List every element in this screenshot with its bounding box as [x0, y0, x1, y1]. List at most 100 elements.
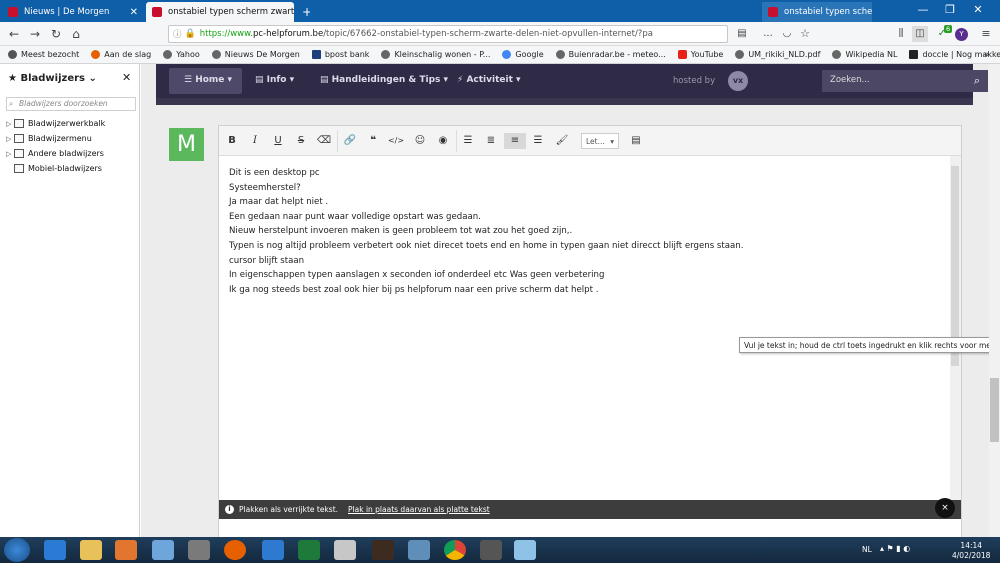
sidebar-item-mobile-bookmarks[interactable]: Mobiel-bladwijzers: [6, 164, 102, 173]
page-scrollbar-thumb[interactable]: [990, 378, 999, 442]
link-icon[interactable]: 🔗: [341, 133, 359, 149]
start-button-icon[interactable]: [4, 538, 30, 562]
computer-icon[interactable]: [408, 540, 430, 560]
bookmark-item[interactable]: Wikipedia NL: [832, 50, 897, 59]
back-arrow-icon[interactable]: ←: [6, 26, 22, 42]
bookmark-item[interactable]: Nieuws De Morgen: [211, 50, 300, 59]
bold-icon[interactable]: B: [223, 133, 241, 149]
close-sidebar-icon[interactable]: ✕: [122, 71, 131, 84]
globe-icon: [211, 50, 221, 59]
expand-arrow-icon[interactable]: ▷: [6, 120, 14, 128]
bookmark-label: YouTube: [690, 50, 724, 59]
eraser-icon[interactable]: ⌫: [315, 133, 333, 149]
sidebar-toggle-icon[interactable]: ◫: [912, 26, 928, 42]
bookmark-item[interactable]: Aan de slag: [91, 50, 151, 59]
folder-icon: [14, 149, 24, 158]
editor-text-area[interactable]: Dit is een desktop pc Systeemherstel? Ja…: [219, 156, 950, 502]
pocket-icon[interactable]: ◡: [779, 26, 795, 42]
sidebar-search-input[interactable]: ⌕ Bladwijzers doorzoeken: [6, 97, 136, 111]
vx-logo[interactable]: vx: [728, 71, 748, 91]
numbered-list-icon[interactable]: ≣: [482, 133, 500, 149]
tab-onstabiel-2[interactable]: onstabiel typen scherm...: [762, 2, 872, 22]
bookmark-item[interactable]: UM_rikiki_NLD.pdf: [735, 50, 820, 59]
app-icon[interactable]: [334, 540, 356, 560]
editor-scrollbar[interactable]: [950, 156, 961, 502]
more-bookmarks-icon[interactable]: »: [984, 50, 990, 60]
scanner-icon[interactable]: [188, 540, 210, 560]
site-search-input[interactable]: Zoeken... ⌕: [822, 70, 988, 92]
font-select[interactable]: Let... ▾: [581, 133, 619, 149]
paste-plain-text-link[interactable]: Plak in plaats daarvan als platte tekst: [348, 505, 490, 514]
bookmark-item[interactable]: Kleinschalig wonen - P...: [381, 50, 490, 59]
search-icon[interactable]: ⌕: [974, 74, 980, 88]
app-icon[interactable]: [514, 540, 536, 560]
italic-icon[interactable]: I: [246, 133, 264, 149]
nav-manuals[interactable]: ▤ Handleidingen & Tips ▾: [320, 75, 448, 85]
strikethrough-icon[interactable]: S: [292, 133, 310, 149]
font-select-value: Let...: [586, 137, 605, 146]
reader-view-icon[interactable]: ▤: [734, 26, 750, 42]
yahoo-icon[interactable]: Y: [955, 28, 968, 41]
sidebar-item-other-bookmarks[interactable]: ▷ Andere bladwijzers: [6, 149, 104, 158]
language-indicator[interactable]: NL: [862, 545, 872, 554]
text-color-icon[interactable]: 🖌: [553, 133, 571, 149]
code-icon[interactable]: </>: [387, 133, 405, 149]
close-window-icon[interactable]: ✕: [968, 3, 988, 16]
maximize-icon[interactable]: ❐: [940, 3, 960, 16]
url-bar[interactable]: ⓘ 🔒 https://www. pc-helpforum.be/topic/67…: [168, 25, 728, 43]
user-avatar[interactable]: M: [169, 128, 204, 161]
forward-arrow-icon[interactable]: →: [27, 26, 43, 42]
align-left-icon[interactable]: ≡: [504, 133, 526, 149]
reload-icon[interactable]: ↻: [48, 26, 64, 42]
expand-arrow-icon[interactable]: ▷: [6, 135, 14, 143]
file-explorer-icon[interactable]: [80, 540, 102, 560]
close-notice-button[interactable]: ×: [935, 498, 955, 518]
bookmark-item[interactable]: Meest bezocht: [8, 50, 79, 59]
bookmark-item[interactable]: bpost bank: [311, 50, 369, 59]
bookmark-star-icon[interactable]: ☆: [797, 26, 813, 42]
firefox-icon[interactable]: [224, 540, 246, 560]
underline-icon[interactable]: U: [269, 133, 287, 149]
editor-scrollbar-thumb[interactable]: [951, 166, 959, 366]
lightroom-icon[interactable]: [372, 540, 394, 560]
bookmark-item[interactable]: Google: [502, 50, 544, 59]
sidebar-item-bookmarks-toolbar[interactable]: ▷ Bladwijzerwerkbalk: [6, 119, 105, 128]
align-center-icon[interactable]: ☰: [529, 133, 547, 149]
sidebar-header[interactable]: ★ Bladwijzers ⌄: [8, 73, 97, 84]
bookmark-item[interactable]: YouTube: [677, 50, 724, 59]
nav-home[interactable]: ☰ Home ▾: [184, 75, 232, 85]
quote-icon[interactable]: ❝: [364, 133, 382, 149]
home-icon[interactable]: ⌂: [68, 26, 84, 42]
new-tab-button[interactable]: +: [296, 2, 310, 22]
nav-activity[interactable]: ⚡ Activiteit ▾: [457, 75, 521, 85]
close-tab-icon[interactable]: ✕: [130, 7, 138, 18]
spoiler-eye-icon[interactable]: ◉: [434, 133, 452, 149]
nav-info[interactable]: ▤ Info ▾: [255, 75, 294, 85]
bookmark-item[interactable]: Yahoo: [163, 50, 200, 59]
menu-icon[interactable]: ≡: [978, 26, 994, 42]
minimize-icon[interactable]: —: [913, 3, 933, 16]
internet-explorer-icon[interactable]: [44, 540, 66, 560]
tab-de-morgen[interactable]: Nieuws | De Morgen ✕: [2, 2, 144, 22]
source-document-icon[interactable]: ▤: [627, 133, 645, 149]
lock-icon[interactable]: 🔒: [185, 29, 196, 39]
system-clock[interactable]: 14:14 4/02/2018: [952, 541, 990, 561]
library-icon[interactable]: ⫼: [893, 26, 909, 42]
app-icon[interactable]: [152, 540, 174, 560]
excel-icon[interactable]: [298, 540, 320, 560]
sidebar-item-bookmarks-menu[interactable]: ▷ Bladwijzermenu: [6, 134, 92, 143]
chrome-icon[interactable]: [444, 540, 466, 560]
page-scrollbar[interactable]: [989, 64, 1000, 537]
expand-arrow-icon[interactable]: ▷: [6, 150, 14, 158]
info-icon[interactable]: ⓘ: [173, 28, 182, 40]
bookmark-item[interactable]: Buienradar.be - meteo...: [555, 50, 666, 59]
emoji-icon[interactable]: ☺: [411, 133, 429, 149]
tab-pc-helpforum[interactable]: onstabiel typen scherm zwarte: [146, 2, 294, 22]
page-actions-icon[interactable]: ...: [760, 26, 776, 42]
app-icon[interactable]: [480, 540, 502, 560]
tray-icons[interactable]: ▴ ⚑ ▮ ◐: [880, 544, 910, 553]
media-player-icon[interactable]: [115, 540, 137, 560]
word-icon[interactable]: [262, 540, 284, 560]
menu-folder-icon: [14, 134, 24, 143]
bullet-list-icon[interactable]: ☰: [459, 133, 477, 149]
